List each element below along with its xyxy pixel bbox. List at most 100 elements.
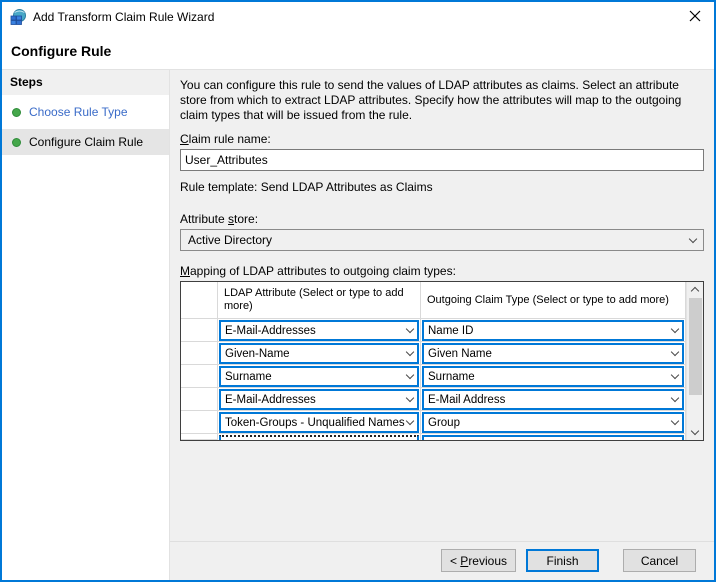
chevron-down-icon [691, 427, 699, 435]
grid-cell: E-Mail-Addresses [218, 388, 421, 411]
ldap-attribute-value: E-Mail-Addresses [225, 394, 407, 406]
outgoing-claim-type-select[interactable]: Given Name [422, 343, 684, 364]
dialog-body: Steps Choose Rule Type Configure Claim R… [2, 70, 714, 580]
ldap-attribute-value: Surname [225, 371, 407, 383]
ldap-attribute-value: E-Mail-Addresses [225, 325, 407, 337]
cancel-button[interactable]: Cancel [623, 549, 696, 572]
label-text: laim rule name: [189, 132, 271, 146]
attribute-store-label: Attribute store: [180, 212, 704, 226]
label-text: M [180, 264, 190, 278]
rule-template-text: Rule template: Send LDAP Attributes as C… [180, 180, 704, 194]
steps-heading: Steps [2, 70, 169, 95]
grid-cell: Token-Groups - Unqualified Names [218, 411, 421, 434]
grid-row: Token-Groups - Unqualified Names Group [181, 411, 686, 434]
chevron-down-icon [406, 325, 414, 333]
row-selector[interactable] [181, 434, 218, 440]
outgoing-claim-type-select[interactable]: Surname [422, 366, 684, 387]
step-label: Choose Rule Type [29, 105, 128, 119]
ldap-attribute-value: Token-Groups - Unqualified Names [225, 417, 407, 429]
finish-button[interactable]: Finish [526, 549, 599, 572]
description-text: You can configure this rule to send the … [180, 78, 704, 123]
adfs-wizard-icon [10, 9, 26, 25]
ldap-attribute-select[interactable]: E-Mail-Addresses [219, 389, 419, 410]
row-selector[interactable] [181, 411, 218, 434]
outgoing-claim-type-select[interactable]: Name ID [422, 320, 684, 341]
row-selector[interactable] [181, 365, 218, 388]
button-text: < [450, 554, 460, 568]
outgoing-claim-value: Surname [428, 371, 672, 383]
attribute-store-select[interactable]: Active Directory [180, 229, 704, 251]
grid-cell: Name ID [421, 319, 686, 342]
close-button[interactable] [676, 2, 714, 32]
chevron-down-icon [406, 348, 414, 356]
chevron-down-icon [406, 371, 414, 379]
button-bar: < Previous Finish Cancel [170, 541, 714, 580]
scrollbar-track[interactable] [687, 297, 704, 425]
window-title: Add Transform Claim Rule Wizard [33, 10, 214, 24]
scrollbar-thumb[interactable] [689, 298, 702, 395]
outgoing-claim-value: Name ID [428, 325, 672, 337]
content-pane: You can configure this rule to send the … [170, 70, 714, 580]
green-dot-icon [12, 108, 21, 117]
outgoing-claim-value: Group [428, 417, 672, 429]
close-icon [689, 10, 701, 25]
grid-new-row-partial [181, 434, 686, 440]
scroll-up-button[interactable] [687, 282, 704, 297]
claim-rule-name-input[interactable] [180, 149, 704, 171]
ldap-attribute-select[interactable]: Given-Name [219, 343, 419, 364]
chevron-up-icon [691, 287, 699, 295]
grid-cell: Given Name [421, 342, 686, 365]
claim-rule-name-label: Claim rule name: [180, 132, 704, 146]
step-label: Configure Claim Rule [29, 135, 143, 149]
chevron-down-icon [671, 417, 679, 425]
outgoing-claim-type-select[interactable]: E-Mail Address [422, 389, 684, 410]
mapping-label: Mapping of LDAP attributes to outgoing c… [180, 264, 704, 278]
sidebar-item-choose-rule-type[interactable]: Choose Rule Type [2, 99, 169, 125]
chevron-down-icon [671, 348, 679, 356]
chevron-down-icon [406, 417, 414, 425]
label-text: tore: [234, 212, 258, 226]
sidebar-item-configure-claim-rule[interactable]: Configure Claim Rule [2, 129, 169, 155]
row-selector[interactable] [181, 388, 218, 411]
grid-cell [218, 434, 421, 440]
title-bar[interactable]: Add Transform Claim Rule Wizard [2, 2, 714, 32]
grid-row: Given-Name Given Name [181, 342, 686, 365]
grid-row: E-Mail-Addresses Name ID [181, 319, 686, 342]
chevron-down-icon [406, 394, 414, 402]
grid-header-row: LDAP Attribute (Select or type to add mo… [181, 282, 686, 319]
steps-sidebar: Steps Choose Rule Type Configure Claim R… [2, 70, 170, 580]
outgoing-claim-type-select[interactable]: Group [422, 412, 684, 433]
grid-cell: Surname [218, 365, 421, 388]
heading-band: Configure Rule [2, 32, 714, 70]
ldap-attribute-select[interactable]: Token-Groups - Unqualified Names [219, 412, 419, 433]
outgoing-claim-value: E-Mail Address [428, 394, 672, 406]
grid-cell: Given-Name [218, 342, 421, 365]
row-selector[interactable] [181, 342, 218, 365]
ldap-attribute-select[interactable]: E-Mail-Addresses [219, 320, 419, 341]
grid-cell [421, 434, 686, 440]
attribute-store-value: Active Directory [188, 233, 690, 247]
grid-cell: E-Mail-Addresses [218, 319, 421, 342]
grid-cell: E-Mail Address [421, 388, 686, 411]
previous-button[interactable]: < Previous [441, 549, 516, 572]
chevron-down-icon [689, 234, 697, 242]
ldap-attribute-select[interactable] [219, 435, 419, 440]
grid-scrollbar[interactable] [686, 282, 703, 440]
grid-cell: Surname [421, 365, 686, 388]
outgoing-claim-value: Given Name [428, 348, 672, 360]
scroll-down-button[interactable] [687, 425, 704, 440]
grid-row: E-Mail-Addresses E-Mail Address [181, 388, 686, 411]
wizard-window: Add Transform Claim Rule Wizard Configur… [0, 0, 716, 582]
label-text: apping of LDAP attributes to outgoing cl… [190, 264, 456, 278]
ldap-attribute-column-header[interactable]: LDAP Attribute (Select or type to add mo… [218, 282, 421, 319]
ldap-attribute-select[interactable]: Surname [219, 366, 419, 387]
chevron-down-icon [671, 325, 679, 333]
ldap-attribute-value: Given-Name [225, 348, 407, 360]
grid-row: Surname Surname [181, 365, 686, 388]
green-dot-icon [12, 138, 21, 147]
grid-corner-cell [181, 282, 218, 319]
grid-columns-area: LDAP Attribute (Select or type to add mo… [181, 282, 686, 440]
outgoing-claim-type-select[interactable] [422, 435, 684, 440]
outgoing-claim-type-column-header[interactable]: Outgoing Claim Type (Select or type to a… [421, 282, 686, 319]
row-selector[interactable] [181, 319, 218, 342]
